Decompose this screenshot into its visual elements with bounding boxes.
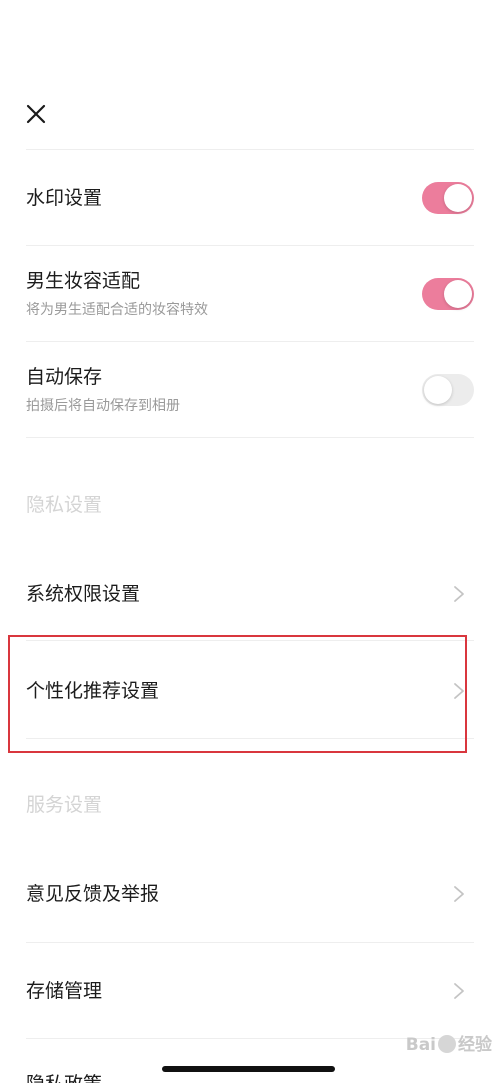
divider — [26, 245, 474, 246]
auto-save-toggle[interactable] — [422, 374, 474, 406]
setting-male-makeup: 男生妆容适配 将为男生适配合适的妆容特效 — [26, 269, 474, 319]
nav-item-storage-management[interactable]: 存储管理 — [0, 951, 500, 1031]
toggle-knob — [444, 280, 472, 308]
divider — [26, 942, 474, 943]
chevron-right-icon — [454, 886, 464, 902]
setting-male-makeup-title: 男生妆容适配 — [26, 270, 141, 292]
setting-auto-save-title: 自动保存 — [26, 366, 103, 388]
watermark-text-right: 经验 — [458, 1035, 492, 1055]
divider — [26, 149, 474, 150]
home-indicator[interactable] — [162, 1066, 335, 1072]
setting-male-makeup-subtitle: 将为男生适配合适的妆容特效 — [26, 302, 208, 318]
setting-auto-save: 自动保存 拍摄后将自动保存到相册 — [26, 365, 474, 415]
watermark-text-left: Bai — [405, 1035, 436, 1055]
watermark-toggle[interactable] — [422, 182, 474, 214]
chevron-right-icon — [454, 586, 464, 602]
divider — [26, 341, 474, 342]
close-button[interactable] — [22, 100, 50, 128]
nav-item-label: 存储管理 — [26, 980, 103, 1002]
highlight-annotation — [8, 635, 467, 753]
setting-watermark-title: 水印设置 — [26, 187, 103, 209]
nav-item-system-permissions[interactable]: 系统权限设置 — [0, 554, 500, 634]
nav-item-label: 系统权限设置 — [26, 583, 141, 605]
paw-icon — [438, 1035, 456, 1053]
toggle-knob — [444, 184, 472, 212]
divider — [26, 437, 474, 438]
chevron-right-icon — [454, 983, 464, 999]
toggle-knob — [424, 376, 452, 404]
nav-item-feedback-report[interactable]: 意见反馈及举报 — [0, 854, 500, 934]
setting-watermark: 水印设置 — [26, 186, 474, 210]
nav-item-label: 隐私政策 — [26, 1072, 102, 1083]
privacy-section-header: 隐私设置 — [26, 494, 103, 516]
close-icon — [26, 104, 46, 124]
service-section-header: 服务设置 — [26, 794, 103, 816]
baidu-watermark-logo: Bai 经验 — [406, 1030, 492, 1055]
nav-item-label: 意见反馈及举报 — [26, 883, 160, 905]
setting-auto-save-subtitle: 拍摄后将自动保存到相册 — [26, 398, 180, 414]
male-makeup-toggle[interactable] — [422, 278, 474, 310]
